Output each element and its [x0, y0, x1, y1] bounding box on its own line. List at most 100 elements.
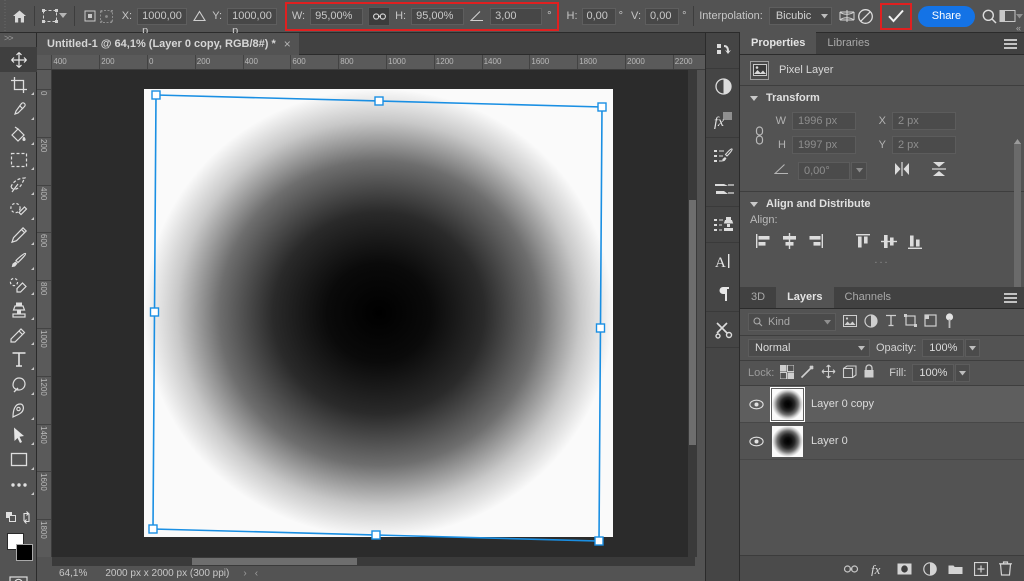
delete-layer-icon[interactable] [999, 561, 1012, 576]
align-left-edges-icon[interactable] [750, 230, 776, 252]
flip-horizontal-icon[interactable] [893, 161, 911, 180]
lock-image-pixels-icon[interactable] [800, 364, 815, 382]
workspace-switcher-icon[interactable] [999, 5, 1016, 27]
layer-name[interactable]: Layer 0 [811, 435, 848, 447]
tab-properties[interactable]: Properties [740, 32, 817, 54]
link-chain-icon[interactable] [368, 6, 391, 26]
flip-vertical-icon[interactable] [931, 160, 947, 181]
angle-input[interactable]: 3,00 [490, 7, 543, 25]
angle-dropdown-icon[interactable] [851, 161, 867, 180]
layer-visibility-icon[interactable] [748, 436, 764, 447]
transform-h-input[interactable]: 1997 px [792, 136, 856, 154]
adjustment-layer-icon[interactable] [923, 561, 937, 576]
more-tools[interactable] [0, 472, 37, 497]
styles-fx-icon[interactable]: fx [706, 103, 741, 136]
filter-smart-object-icon[interactable] [924, 314, 937, 330]
opacity-dropdown-icon[interactable] [965, 339, 981, 357]
eraser-tool[interactable] [0, 272, 37, 297]
align-vertical-centers-icon[interactable] [876, 230, 902, 252]
lock-transparent-pixels-icon[interactable] [779, 364, 795, 382]
new-layer-icon[interactable] [974, 561, 988, 576]
search-icon[interactable] [981, 5, 998, 27]
reference-point-grid-icon[interactable] [98, 5, 115, 27]
transform-y-input[interactable]: 2 px [892, 136, 956, 154]
h-scale-input[interactable]: 95,00% [411, 7, 465, 25]
layer-visibility-icon[interactable] [748, 399, 764, 410]
filter-pixel-icon[interactable] [843, 314, 857, 330]
close-icon[interactable]: × [284, 37, 291, 51]
paint-bucket-tool[interactable] [0, 122, 37, 147]
document-tab[interactable]: Untitled-1 @ 64,1% (Layer 0 copy, RGB/8#… [37, 33, 299, 55]
paragraph-icon[interactable] [706, 277, 741, 310]
link-aspect-icon[interactable] [750, 125, 768, 147]
scroll-thumb[interactable] [689, 200, 696, 445]
tab-libraries[interactable]: Libraries [816, 32, 880, 54]
default-colors-and-swap-icons[interactable] [0, 504, 37, 529]
home-icon[interactable] [11, 5, 28, 27]
clone-source-icon[interactable] [706, 208, 741, 241]
scroll-up-arrow-icon[interactable] [1013, 136, 1022, 148]
pencil-tool[interactable] [0, 222, 37, 247]
canvas-vertical-scrollbar[interactable] [688, 70, 697, 557]
skew-h-input[interactable]: 0,00 [581, 7, 616, 25]
lock-all-icon[interactable] [863, 364, 875, 382]
path-selection-tool[interactable] [0, 422, 37, 447]
tab-channels[interactable]: Channels [834, 286, 902, 308]
align-right-edges-icon[interactable] [802, 230, 828, 252]
opacity-input[interactable]: 100% [922, 339, 965, 357]
spot-healing-brush-tool[interactable] [0, 197, 37, 222]
fill-dropdown-icon[interactable] [955, 364, 971, 382]
layer-thumbnail[interactable] [772, 425, 803, 457]
align-section-header[interactable]: Align and Distribute [740, 192, 1024, 212]
lock-artboard-nesting-icon[interactable] [842, 364, 857, 382]
horizontal-ruler[interactable]: 400 200 0 200 400 600 800 1000 1200 1400 1600 1800 2… [37, 55, 705, 70]
panel-menu-icon[interactable] [1004, 293, 1017, 305]
new-group-icon[interactable] [948, 563, 963, 575]
blend-mode-select[interactable]: Normal [748, 339, 870, 357]
warp-icon[interactable] [838, 5, 856, 27]
tab-layers[interactable]: Layers [776, 286, 834, 308]
options-bar-grip[interactable] [0, 0, 7, 33]
panel-menu-icon[interactable] [1004, 39, 1017, 51]
pen-tool[interactable] [0, 397, 37, 422]
brush-settings-icon[interactable] [706, 139, 741, 172]
delta-icon[interactable] [191, 5, 208, 27]
align-bottom-edges-icon[interactable] [902, 230, 928, 252]
interpolation-select[interactable]: Bicubic [768, 7, 833, 25]
layer-mask-icon[interactable] [897, 563, 912, 575]
color-swatches[interactable] [0, 531, 37, 567]
object-selection-tool[interactable] [0, 172, 37, 197]
layer-name[interactable]: Layer 0 copy [811, 398, 874, 410]
transform-tool-icon[interactable] [41, 5, 59, 27]
brush-tool[interactable] [0, 247, 37, 272]
layer-row-0[interactable]: Layer 0 copy [740, 386, 1024, 423]
transform-w-input[interactable]: 1996 px [792, 112, 856, 130]
rectangle-tool[interactable] [0, 447, 37, 472]
skew-v-input[interactable]: 0,00 [645, 7, 680, 25]
commit-transform-icon[interactable] [886, 5, 906, 27]
move-tool[interactable] [0, 47, 37, 72]
zoom-level[interactable]: 64,1% [37, 568, 95, 579]
layer-row-1[interactable]: Layer 0 [740, 423, 1024, 460]
filter-shape-icon[interactable] [904, 314, 917, 330]
tools-collapse-button[interactable]: >> [0, 33, 36, 47]
w-input[interactable]: 95,00% [310, 7, 364, 25]
y-input[interactable]: 1000,00 p [227, 7, 277, 37]
dodge-tool[interactable] [0, 372, 37, 397]
panel-collapse-button[interactable]: « [1016, 23, 1021, 33]
rectangular-marquee-tool[interactable] [0, 147, 37, 172]
tool-preset-chevron-icon[interactable] [59, 5, 68, 27]
share-button[interactable]: Share [917, 5, 976, 27]
reference-point-toggle[interactable] [81, 5, 98, 27]
properties-panel-scrollbar[interactable] [1014, 143, 1021, 298]
vertical-ruler[interactable]: 0200400600800100012001400160018002000 [37, 70, 52, 557]
transform-angle-input[interactable]: 0,00° [798, 161, 850, 180]
brushes-icon[interactable] [706, 172, 741, 205]
transform-x-input[interactable]: 2 px [892, 112, 956, 130]
canvas-viewport[interactable] [52, 70, 695, 557]
canvas-horizontal-scrollbar[interactable] [52, 557, 695, 566]
layer-style-fx-icon[interactable]: fx [870, 562, 886, 576]
scroll-thumb[interactable] [192, 558, 357, 565]
quick-mask-mode-icon[interactable] [0, 571, 37, 581]
lock-position-icon[interactable] [821, 364, 836, 382]
